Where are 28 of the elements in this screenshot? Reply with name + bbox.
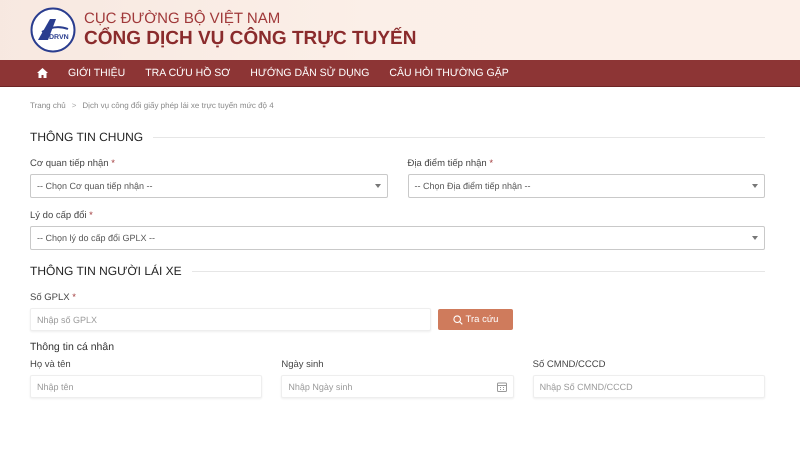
field-label: Số GPLX * bbox=[30, 292, 77, 303]
breadcrumb-current: Dịch vụ công đổi giấy phép lái xe trực tuyến mức độ 4 bbox=[82, 101, 274, 110]
field-label: Số CMND/CCCD bbox=[532, 359, 606, 370]
field-label: Địa điểm tiếp nhận * bbox=[408, 158, 494, 169]
dropdown-arrow-icon bbox=[752, 236, 758, 240]
select-field[interactable]: -- Chọn Địa điểm tiếp nhận -- bbox=[408, 174, 765, 198]
dropdown-arrow-icon bbox=[374, 184, 380, 188]
field-label: Họ và tên bbox=[30, 359, 72, 370]
portal-title: CỔNG DỊCH VỤ CÔNG TRỰC TUYẾN bbox=[84, 28, 416, 50]
nav-link[interactable]: HƯỚNG DẪN SỬ DỤNG bbox=[250, 67, 370, 79]
field-label: Ngày sinh bbox=[281, 359, 325, 370]
calendar-icon bbox=[496, 382, 507, 392]
agency-name: CỤC ĐƯỜNG BỘ VIỆT NAM bbox=[84, 10, 282, 27]
breadcrumb-separator: > bbox=[72, 101, 76, 110]
nav-link[interactable]: GIỚI THIỆU bbox=[68, 67, 126, 79]
home-icon[interactable] bbox=[37, 68, 48, 78]
nav-link[interactable]: CÂU HỎI THƯỜNG GẶP bbox=[389, 67, 509, 79]
dropdown-arrow-icon bbox=[752, 184, 758, 188]
nav-link[interactable]: TRA CỨU HỒ SƠ bbox=[145, 67, 230, 79]
breadcrumb-link[interactable]: Trang chủ bbox=[30, 101, 66, 110]
select-field[interactable]: -- Chọn Cơ quan tiếp nhận -- bbox=[30, 174, 388, 198]
search-icon bbox=[452, 314, 463, 324]
subsection-title: Thông tin cá nhân bbox=[30, 341, 116, 353]
section-title: THÔNG TIN NGƯỜI LÁI XE bbox=[30, 264, 182, 278]
field-label: Cơ quan tiếp nhận * bbox=[30, 158, 116, 169]
section-title: THÔNG TIN CHUNG bbox=[30, 130, 144, 144]
field-label: Lý do cấp đổi * bbox=[30, 210, 94, 221]
select-field[interactable]: -- Chọn lý do cấp đổi GPLX -- bbox=[30, 226, 765, 250]
